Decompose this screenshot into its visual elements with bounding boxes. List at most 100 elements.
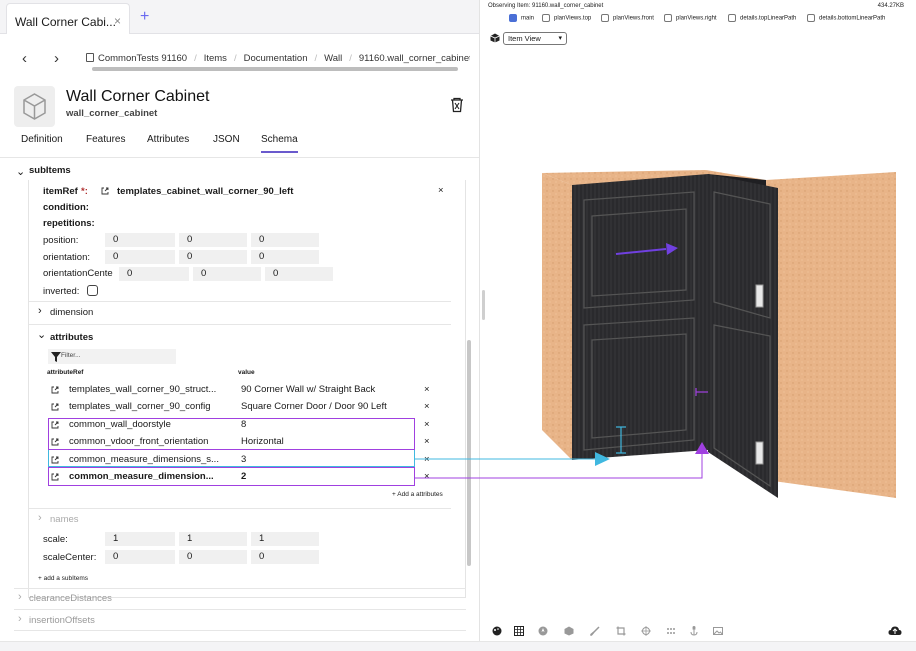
compass-icon[interactable] bbox=[538, 626, 548, 636]
crosshair-icon[interactable] bbox=[641, 626, 651, 636]
new-tab-icon[interactable]: + bbox=[140, 8, 149, 26]
tab-attributes[interactable]: Attributes bbox=[147, 134, 189, 145]
connector-purple-arrow bbox=[695, 442, 709, 454]
chevron-right-icon[interactable]: › bbox=[38, 512, 42, 524]
filter-icon bbox=[51, 352, 61, 362]
names-label[interactable]: names bbox=[50, 514, 79, 525]
breadcrumb-item[interactable]: Items bbox=[204, 53, 227, 64]
pane-splitter[interactable] bbox=[482, 290, 485, 320]
view-checkbox-main[interactable]: main bbox=[509, 14, 534, 22]
chevron-down-icon[interactable]: ⌄ bbox=[16, 165, 25, 178]
chevron-right-icon[interactable]: › bbox=[38, 305, 42, 317]
tab-definition[interactable]: Definition bbox=[21, 134, 63, 145]
position-x[interactable]: 0 bbox=[105, 233, 175, 247]
orientation-center-x[interactable]: 0 bbox=[119, 267, 189, 281]
column-attribute-ref: attributeRef bbox=[47, 369, 84, 376]
project-icon bbox=[86, 53, 94, 62]
tab-json[interactable]: JSON bbox=[213, 134, 240, 145]
remove-attribute-icon[interactable]: × bbox=[424, 419, 430, 430]
breadcrumb-separator: / bbox=[194, 53, 197, 64]
orientation-x[interactable]: 0 bbox=[105, 250, 175, 264]
breadcrumb-item[interactable]: Wall bbox=[324, 53, 342, 64]
view-checkbox-top-linear[interactable]: details.topLinearPath bbox=[728, 14, 796, 22]
highlight-doorstyle-box bbox=[48, 418, 415, 450]
inverted-label: inverted: bbox=[43, 286, 80, 297]
cube-icon bbox=[490, 33, 500, 43]
breadcrumb-separator: / bbox=[233, 53, 237, 64]
attribute-value[interactable]: Square Corner Door / Door 90 Left bbox=[241, 401, 413, 412]
external-link-icon[interactable] bbox=[51, 386, 59, 394]
remove-attribute-icon[interactable]: × bbox=[424, 384, 430, 395]
highlight-cyan-box bbox=[48, 450, 415, 467]
highlight-purple-box bbox=[48, 467, 415, 486]
back-icon[interactable]: ‹ bbox=[22, 50, 27, 67]
trash-icon[interactable] bbox=[449, 97, 465, 113]
connector-purple bbox=[415, 450, 703, 479]
itemref-value[interactable]: templates_cabinet_wall_corner_90_left bbox=[117, 186, 293, 197]
item-title: Wall Corner Cabinet bbox=[66, 88, 210, 105]
breadcrumb-separator: / bbox=[349, 53, 352, 64]
breadcrumb-item[interactable]: Documentation bbox=[244, 53, 308, 64]
divider bbox=[14, 630, 466, 631]
remove-attribute-icon[interactable]: × bbox=[424, 401, 430, 412]
breadcrumb-scrollbar[interactable] bbox=[92, 67, 458, 71]
close-tab-icon[interactable]: × bbox=[114, 14, 121, 28]
forward-icon[interactable]: › bbox=[54, 50, 59, 67]
dimension-label[interactable]: dimension bbox=[50, 307, 93, 318]
orientation-y[interactable]: 0 bbox=[179, 250, 247, 264]
item-id: wall_corner_cabinet bbox=[66, 108, 158, 119]
scale-y[interactable]: 1 bbox=[179, 532, 247, 546]
position-z[interactable]: 0 bbox=[251, 233, 319, 247]
chevron-down-icon[interactable]: ⌄ bbox=[37, 328, 46, 341]
grid-icon[interactable] bbox=[514, 626, 524, 636]
tab-title: Wall Corner Cabi... bbox=[15, 15, 116, 29]
crop-icon[interactable] bbox=[616, 626, 626, 636]
external-link-icon[interactable] bbox=[101, 187, 109, 195]
scale-center-z[interactable]: 0 bbox=[251, 550, 319, 564]
chevron-right-icon[interactable]: › bbox=[18, 613, 22, 625]
external-link-icon[interactable] bbox=[51, 403, 59, 411]
document-tab[interactable]: Wall Corner Cabi... × bbox=[6, 3, 130, 34]
brush-icon[interactable] bbox=[590, 626, 600, 636]
divider bbox=[29, 324, 451, 325]
position-y[interactable]: 0 bbox=[179, 233, 247, 247]
cube-icon[interactable] bbox=[564, 626, 574, 636]
scale-z[interactable]: 1 bbox=[251, 532, 319, 546]
view-checkbox-bottom-linear[interactable]: details.bottomLinearPath bbox=[807, 14, 885, 22]
add-attributes-button[interactable]: + Add a attributes bbox=[392, 491, 443, 498]
tab-bar: Wall Corner Cabi... × + bbox=[0, 0, 479, 34]
remove-itemref-icon[interactable]: × bbox=[438, 185, 444, 196]
orientation-center-z[interactable]: 0 bbox=[265, 267, 333, 281]
tab-features[interactable]: Features bbox=[86, 134, 125, 145]
palette-icon[interactable] bbox=[492, 626, 502, 636]
tab-schema[interactable]: Schema bbox=[261, 134, 298, 153]
orientation-z[interactable]: 0 bbox=[251, 250, 319, 264]
image-icon[interactable] bbox=[713, 626, 723, 636]
cloud-upload-icon[interactable] bbox=[888, 626, 902, 636]
anchor-icon[interactable] bbox=[689, 626, 699, 636]
breadcrumb-item[interactable]: CommonTests 91160 bbox=[98, 53, 187, 64]
inverted-checkbox[interactable] bbox=[87, 285, 98, 296]
scale-x[interactable]: 1 bbox=[105, 532, 175, 546]
view-checkbox-plan-front[interactable]: planViews.front bbox=[601, 14, 654, 22]
scale-center-x[interactable]: 0 bbox=[105, 550, 175, 564]
view-select[interactable]: Item View ▾ bbox=[503, 32, 567, 45]
view-checkbox-plan-right[interactable]: planViews.right bbox=[664, 14, 717, 22]
view-checkbox-plan-top[interactable]: planViews.top bbox=[542, 14, 591, 22]
dots-grid-icon[interactable] bbox=[666, 626, 676, 636]
view-select-value: Item View bbox=[508, 34, 541, 43]
orientation-center-y[interactable]: 0 bbox=[193, 267, 261, 281]
editor-pane: Wall Corner Cabi... × + ‹ › CommonTests … bbox=[0, 0, 480, 651]
breadcrumb-item[interactable]: 91160.wall_corner_cabinet bbox=[359, 53, 470, 64]
attributes-label: attributes bbox=[50, 332, 94, 343]
viewer-bottom-toolbar bbox=[486, 621, 916, 641]
insertion-offsets-label[interactable]: insertionOffsets bbox=[29, 615, 95, 626]
filter-input[interactable]: Filter... bbox=[48, 349, 176, 364]
scale-center-y[interactable]: 0 bbox=[179, 550, 247, 564]
chevron-right-icon[interactable]: › bbox=[18, 591, 22, 603]
attribute-value[interactable]: 90 Corner Wall w/ Straight Back bbox=[241, 384, 413, 395]
item-thumbnail bbox=[14, 86, 55, 127]
chevron-down-icon: ▾ bbox=[558, 35, 562, 42]
add-subitem-button[interactable]: + add a subItems bbox=[38, 575, 88, 582]
clearance-distances-label[interactable]: clearanceDistances bbox=[29, 593, 112, 604]
